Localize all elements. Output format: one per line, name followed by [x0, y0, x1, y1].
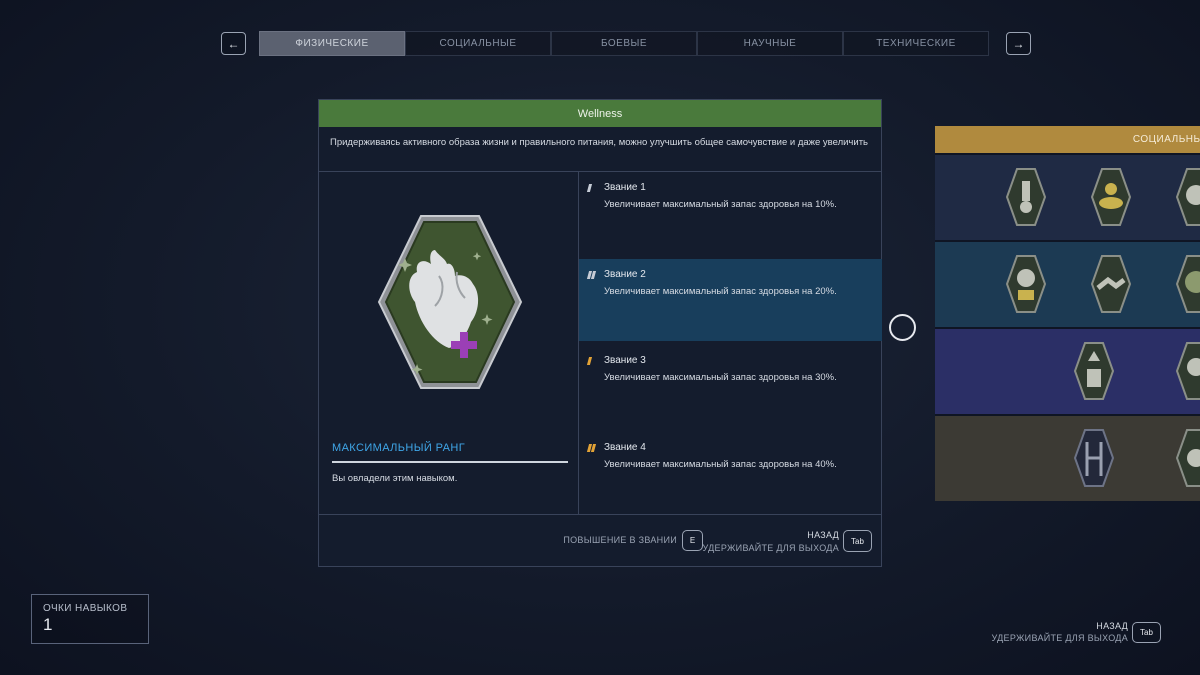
rank-up-label: ПОВЫШЕНИЕ В ЗВАНИИ [563, 535, 677, 545]
rank-up-key-button[interactable]: E [682, 530, 703, 551]
tree-row-4 [935, 414, 1200, 501]
tab-social[interactable]: СОЦИАЛЬНЫЕ [405, 31, 551, 56]
skill-node-icon [1090, 255, 1132, 313]
tree-header: СОЦИАЛЬНЫЕ [935, 126, 1200, 153]
arrow-right-icon: → [1012, 36, 1025, 51]
rank-list: Звание 1 Увеличивает максимальный запас … [579, 172, 882, 515]
skill-node-icon [1073, 342, 1115, 400]
back-label: НАЗАД [807, 530, 839, 540]
skill-points-panel: ОЧКИ НАВЫКОВ 1 [31, 594, 149, 644]
social-tree-preview[interactable]: СОЦИАЛЬНЫЕ [935, 126, 1200, 515]
skill-card-body: МАКСИМАЛЬНЫЙ РАНГ Вы овладели этим навык… [319, 172, 882, 515]
skill-card: Wellness Придерживаясь активного образа … [318, 99, 882, 567]
skill-node-icon [1090, 168, 1132, 226]
back-key-button[interactable]: Tab [843, 530, 872, 552]
tab-science[interactable]: НАУЧНЫЕ [697, 31, 843, 56]
skill-title: Wellness [319, 100, 881, 127]
global-back-label: НАЗАД [1096, 621, 1128, 631]
rank-pips-icon [586, 183, 602, 192]
skill-node-icon [1175, 429, 1200, 487]
rank-item-4[interactable]: Звание 4 Увеличивает максимальный запас … [579, 432, 882, 514]
rank-item-1[interactable]: Звание 1 Увеличивает максимальный запас … [579, 172, 882, 254]
skill-status-text: Вы овладели этим навыком. [332, 473, 458, 484]
tab-physical[interactable]: ФИЗИЧЕСКИЕ [259, 31, 405, 56]
skill-points-label: ОЧКИ НАВЫКОВ [43, 603, 128, 614]
next-category-button[interactable]: → [1006, 32, 1031, 55]
skill-node-icon [1175, 342, 1200, 400]
category-tabs: ФИЗИЧЕСКИЕ СОЦИАЛЬНЫЕ БОЕВЫЕ НАУЧНЫЕ ТЕХ… [259, 31, 989, 56]
prev-category-button[interactable]: ← [221, 32, 246, 55]
rank-description: Увеличивает максимальный запас здоровья … [604, 459, 837, 470]
skill-badge-pane: МАКСИМАЛЬНЫЙ РАНГ Вы овладели этим навык… [319, 172, 579, 515]
skill-node-icon [1175, 168, 1200, 226]
max-rank-label: МАКСИМАЛЬНЫЙ РАНГ [332, 442, 466, 454]
skill-node-icon [1005, 255, 1047, 313]
rank-title: Звание 3 [604, 355, 646, 366]
tree-row-2 [935, 240, 1200, 327]
skill-description: Придерживаясь активного образа жизни и п… [319, 127, 881, 172]
rank-item-3[interactable]: Звание 3 Увеличивает максимальный запас … [579, 345, 882, 427]
rank-description: Увеличивает максимальный запас здоровья … [604, 372, 837, 383]
skill-points-value: 1 [43, 615, 53, 634]
heart-plus-icon [377, 214, 523, 390]
tree-row-1 [935, 153, 1200, 240]
rank-title: Звание 1 [604, 182, 646, 193]
global-hold-to-exit-label: УДЕРЖИВАЙТЕ ДЛЯ ВЫХОДА [991, 633, 1128, 643]
tab-combat[interactable]: БОЕВЫЕ [551, 31, 697, 56]
skill-node-icon [1175, 255, 1200, 313]
global-back-key-button[interactable]: Tab [1132, 622, 1161, 643]
skill-node-icon [1005, 168, 1047, 226]
rank-item-2[interactable]: Звание 2 Увеличивает максимальный запас … [579, 259, 882, 341]
hold-to-exit-label: УДЕРЖИВАЙТЕ ДЛЯ ВЫХОДА [702, 543, 839, 553]
skill-node-icon [1073, 429, 1115, 487]
rank-pips-icon [586, 443, 602, 452]
rank-description: Увеличивает максимальный запас здоровья … [604, 199, 837, 210]
rank-title: Звание 2 [604, 269, 646, 280]
tree-header-label: СОЦИАЛЬНЫЕ [1132, 134, 1200, 145]
tree-row-3 [935, 327, 1200, 414]
tab-tech[interactable]: ТЕХНИЧЕСКИЕ [843, 31, 989, 56]
max-rank-divider [332, 461, 568, 463]
arrow-left-icon: ← [227, 36, 240, 51]
card-footer: ПОВЫШЕНИЕ В ЗВАНИИ E НАЗАД УДЕРЖИВАЙТЕ Д… [319, 515, 881, 567]
cursor-ring-icon [889, 314, 916, 341]
rank-description: Увеличивает максимальный запас здоровья … [604, 286, 837, 297]
rank-pips-icon [586, 270, 602, 279]
rank-title: Звание 4 [604, 442, 646, 453]
rank-pips-icon [586, 356, 602, 365]
